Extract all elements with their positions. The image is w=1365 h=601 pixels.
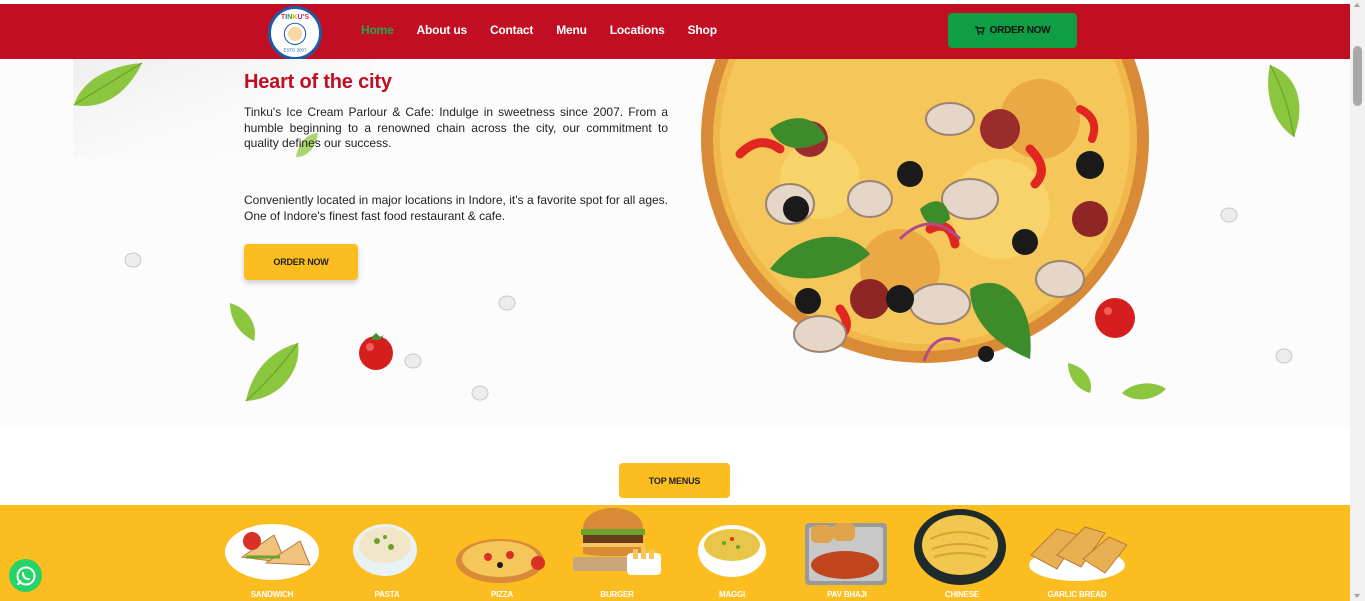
- menu-item-pizza[interactable]: PIZZA: [452, 505, 552, 601]
- basil-leaf-decoration: [1068, 363, 1092, 393]
- nav-home[interactable]: Home: [361, 23, 394, 37]
- menu-item-maggi[interactable]: MAGGI: [682, 505, 782, 601]
- hero-pizza-image: [701, 59, 1149, 363]
- nav-shop[interactable]: Shop: [688, 23, 717, 37]
- cart-icon: [974, 26, 985, 35]
- hero-section: Heart of the city Tinku's Ice Cream Parl…: [0, 59, 1350, 429]
- menu-item-pav-bhaji[interactable]: PAV BHAJI: [797, 505, 897, 601]
- whatsapp-chat-button[interactable]: [9, 559, 42, 592]
- hero-intro-paragraph: Tinku's Ice Cream Parlour & Cafe: Indulg…: [244, 105, 668, 150]
- nav-about-us[interactable]: About us: [417, 23, 468, 37]
- menu-item-label: MAGGI: [718, 590, 746, 599]
- basil-leaf-decoration: [230, 303, 255, 341]
- pav-bhaji-icon: [805, 523, 887, 585]
- garlic-bread-icon: [1029, 526, 1127, 581]
- scroll-down-arrow-icon[interactable]: [1354, 594, 1360, 598]
- hero-order-now-button[interactable]: ORDER NOW: [244, 244, 358, 280]
- garlic-decoration: [404, 353, 422, 369]
- menu-item-chinese[interactable]: CHINESE: [912, 505, 1012, 601]
- pizza-icon: [456, 539, 545, 583]
- menu-item-pasta[interactable]: PASTA: [337, 505, 437, 601]
- svg-text:TINKU'S: TINKU'S: [281, 13, 309, 21]
- main-nav: Home About us Contact Menu Locations Sho…: [361, 23, 717, 37]
- menu-item-label: PAV BHAJI: [827, 590, 867, 599]
- top-menus-button[interactable]: TOP MENUS: [619, 463, 730, 498]
- scroll-up-arrow-icon[interactable]: [1354, 3, 1360, 7]
- site-header: TINKU'S ESTD 2007 Home About us Contact …: [0, 4, 1350, 60]
- basil-leaf-decoration: [73, 62, 143, 106]
- basil-leaf-decoration: [1268, 64, 1300, 138]
- brand-logo[interactable]: TINKU'S ESTD 2007: [268, 6, 322, 60]
- nav-locations[interactable]: Locations: [610, 23, 665, 37]
- menu-item-sandwich[interactable]: SANDWICH: [222, 505, 322, 601]
- hero-title: Heart of the city: [244, 71, 392, 93]
- page-scrollbar[interactable]: [1350, 0, 1365, 601]
- menu-item-label: PIZZA: [490, 590, 514, 599]
- basil-leaf-decoration: [1122, 383, 1166, 400]
- chinese-icon: [914, 509, 1006, 585]
- header-order-now-label: ORDER NOW: [989, 25, 1051, 36]
- menu-item-label: SANDWICH: [250, 590, 294, 599]
- header-order-now-button[interactable]: ORDER NOW: [948, 13, 1077, 48]
- basil-leaf-decoration: [245, 342, 299, 402]
- whatsapp-icon: [16, 566, 35, 585]
- menu-item-label: PASTA: [374, 590, 400, 599]
- menu-item-garlic-bread[interactable]: GARLIC BREAD: [1027, 505, 1127, 601]
- garlic-decoration: [471, 385, 489, 401]
- maggi-icon: [698, 525, 766, 577]
- garlic-decoration: [124, 252, 142, 268]
- garlic-decoration: [1220, 207, 1238, 223]
- garlic-decoration: [1275, 348, 1293, 364]
- hero-location-paragraph: Conveniently located in major locations …: [244, 193, 668, 223]
- sandwich-icon: [225, 524, 319, 580]
- menu-item-label: CHINESE: [944, 590, 980, 599]
- menu-item-label: BURGER: [600, 590, 634, 599]
- nav-menu[interactable]: Menu: [556, 23, 587, 37]
- pasta-icon: [353, 524, 417, 576]
- svg-text:ESTD 2007: ESTD 2007: [284, 48, 307, 53]
- menu-item-label: GARLIC BREAD: [1047, 590, 1107, 599]
- garlic-decoration: [498, 295, 516, 311]
- burger-icon: [573, 508, 661, 575]
- nav-contact[interactable]: Contact: [490, 23, 533, 37]
- tomato-decoration: [359, 333, 393, 370]
- menu-categories-strip: SANDWICH PASTA PIZZA BURGER MAGGI PAV BH…: [0, 505, 1350, 601]
- menu-item-burger[interactable]: BURGER: [567, 505, 667, 601]
- scrollbar-thumb[interactable]: [1353, 46, 1362, 106]
